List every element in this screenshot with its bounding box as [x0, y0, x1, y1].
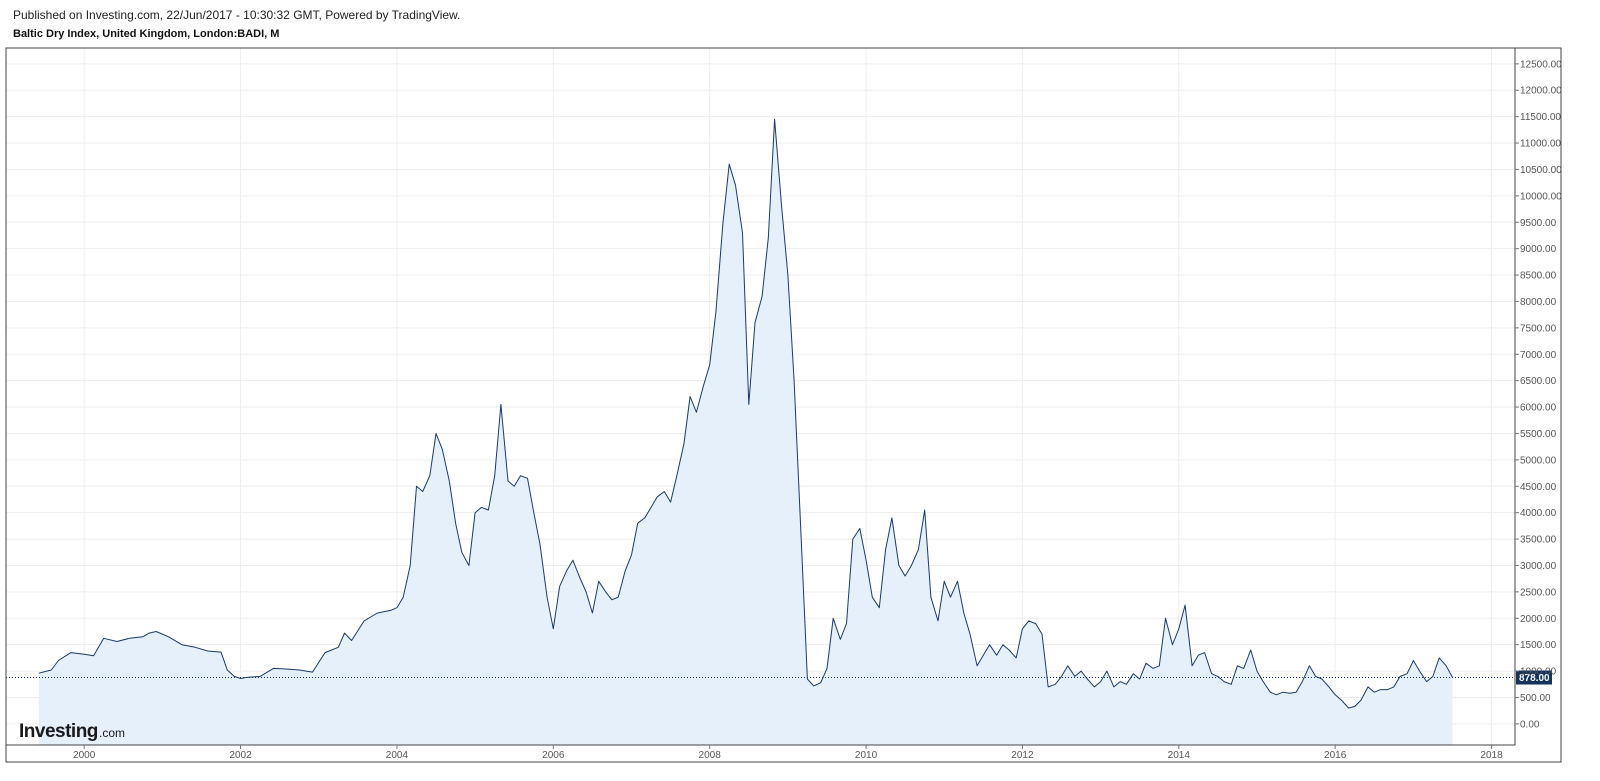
- series-area: [38, 119, 1453, 746]
- y-tick-label: 11500.00: [1520, 112, 1561, 123]
- y-tick-label: 3500.00: [1520, 535, 1557, 546]
- y-tick-label: 1500.00: [1520, 640, 1557, 651]
- x-tick-label: 2014: [1168, 750, 1191, 761]
- x-tick-label: 2000: [73, 750, 96, 761]
- chart-svg[interactable]: 878.00 2000 2002 2004 2006 2008 2010 2012 2014 2…: [0, 0, 1600, 781]
- y-tick-label: 0.00: [1520, 719, 1540, 730]
- y-tick-label: 5500.00: [1520, 429, 1557, 440]
- x-tick-label: 2010: [855, 750, 878, 761]
- y-tick-label: 6000.00: [1520, 403, 1557, 414]
- series-area-layer: [38, 119, 1453, 746]
- x-axis: 2000 2002 2004 2006 2008 2010 2012 2014 2016 2018: [73, 745, 1503, 761]
- y-axis: 0.00 500.00 1000.00 1500.00 2000.00 2500.00 30…: [1515, 59, 1562, 730]
- y-tick-label: 12500.00: [1520, 59, 1562, 70]
- x-tick-label: 2016: [1324, 750, 1347, 761]
- y-tick-label: 10000.00: [1520, 191, 1562, 202]
- y-tick-label: 6500.00: [1520, 376, 1557, 387]
- y-tick-label: 11000.00: [1520, 139, 1561, 150]
- x-tick-label: 2012: [1011, 750, 1034, 761]
- y-tick-label: 9000.00: [1520, 244, 1557, 255]
- y-tick-label: 5000.00: [1520, 455, 1557, 466]
- y-tick-label: 3000.00: [1520, 561, 1557, 572]
- y-tick-label: 4000.00: [1520, 508, 1557, 519]
- x-tick-label: 2006: [542, 750, 565, 761]
- logo-wordmark: Investing: [19, 721, 98, 742]
- y-tick-label: 8500.00: [1520, 271, 1557, 282]
- y-tick-label: 500.00: [1520, 693, 1551, 704]
- y-tick-label: 4500.00: [1520, 482, 1557, 493]
- y-tick-label: 2500.00: [1520, 587, 1557, 598]
- x-tick-label: 2008: [699, 750, 722, 761]
- x-tick-label: 2002: [229, 750, 252, 761]
- y-tick-label: 12000.00: [1520, 86, 1562, 97]
- y-tick-label: 2000.00: [1520, 614, 1557, 625]
- y-tick-label: 8000.00: [1520, 297, 1557, 308]
- y-tick-label: 7500.00: [1520, 323, 1557, 334]
- y-tick-label: 10500.00: [1520, 165, 1562, 176]
- x-tick-label: 2018: [1480, 750, 1503, 761]
- logo-suffix: .com: [99, 726, 125, 740]
- y-tick-label: 9500.00: [1520, 218, 1557, 229]
- y-tick-label: 7000.00: [1520, 350, 1557, 361]
- x-tick-label: 2004: [386, 750, 409, 761]
- y-tick-label: 1000.00: [1520, 667, 1557, 678]
